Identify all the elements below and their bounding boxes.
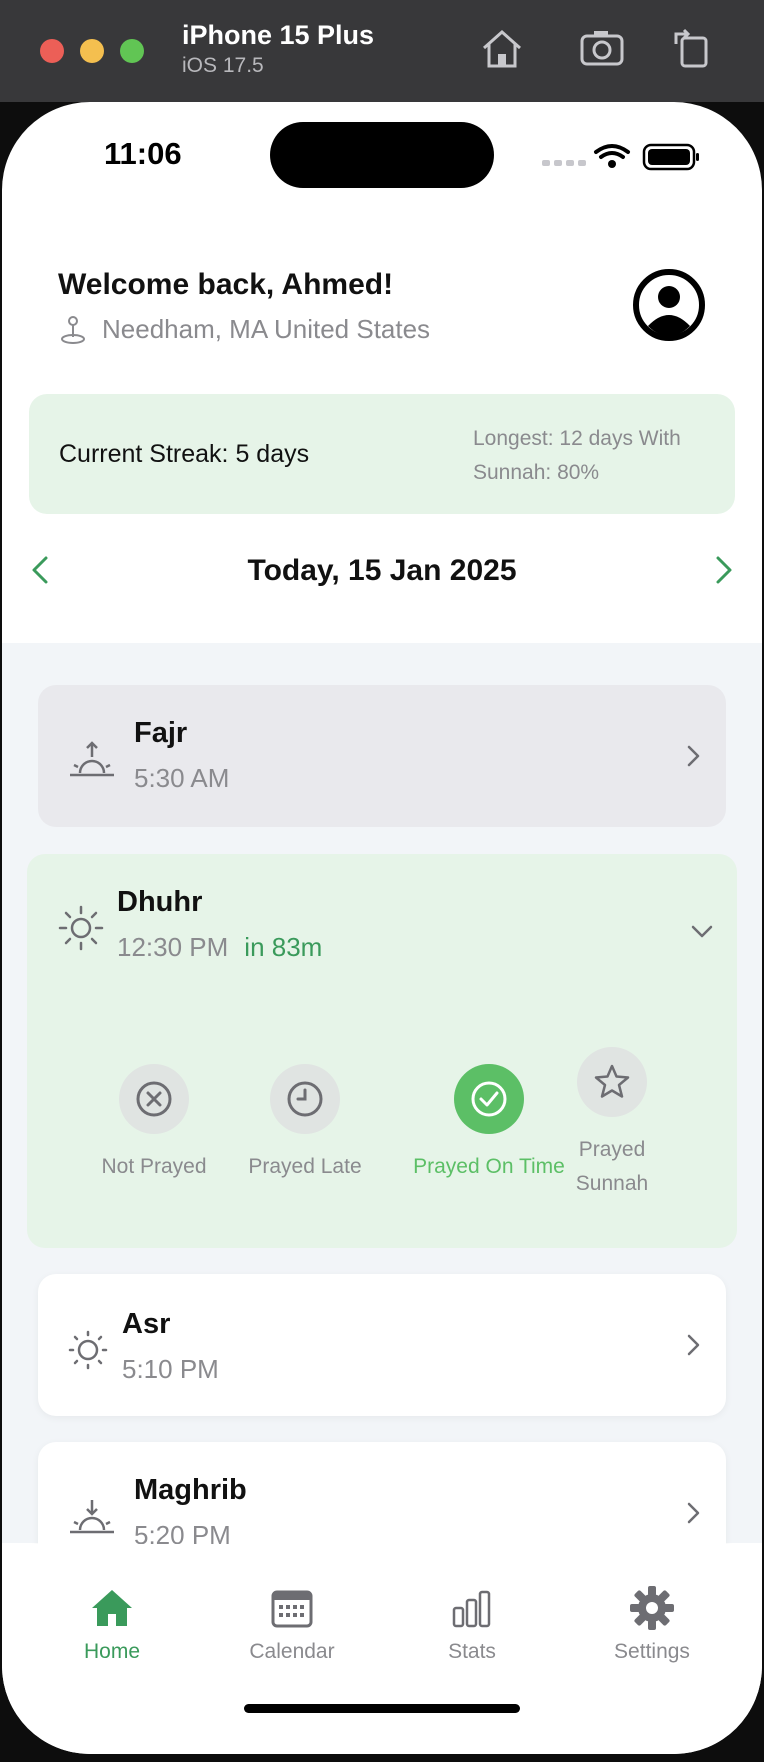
tab-stats[interactable]: Stats [382, 1584, 562, 1664]
chevron-down-icon[interactable] [687, 916, 717, 946]
star-icon [594, 1064, 630, 1098]
dynamic-island [270, 122, 494, 188]
tab-bar: Home Calendar Stats Settings [2, 1544, 762, 1754]
location-text: Needham, MA United States [102, 314, 431, 344]
chevron-right-icon [687, 1334, 700, 1356]
tab-calendar[interactable]: Calendar [202, 1584, 382, 1664]
tab-label: Settings [614, 1640, 690, 1663]
zoom-window-button[interactable] [120, 39, 144, 63]
prayer-card-dhuhr[interactable]: Dhuhr 12:30 PM in 83m Not Prayed Prayed … [27, 854, 737, 1248]
prayer-card-asr[interactable]: Asr 5:10 PM [38, 1274, 726, 1416]
option-not-prayed[interactable]: Not Prayed [69, 1064, 239, 1184]
location-row: Needham, MA United States [58, 314, 430, 345]
minimize-window-button[interactable] [80, 39, 104, 63]
tab-label: Stats [448, 1640, 496, 1663]
screenshot-icon[interactable] [578, 24, 626, 72]
option-label: Prayed Late [248, 1155, 362, 1178]
cellular-signal-icon [542, 160, 586, 166]
sun-icon [58, 905, 104, 951]
option-prayed-sunnah[interactable]: Prayed Sunnah [547, 1047, 677, 1201]
tab-label: Calendar [249, 1640, 335, 1663]
sunrise-icon [70, 741, 114, 777]
profile-avatar-icon[interactable] [632, 268, 706, 342]
prayer-name: Asr [122, 1308, 171, 1340]
welcome-heading: Welcome back, Ahmed! [58, 268, 394, 301]
prayer-name: Fajr [134, 717, 188, 749]
wifi-icon [594, 144, 630, 168]
simulator-title-bar: iPhone 15 Plus iOS 17.5 [0, 0, 764, 102]
longest-streak: Longest: 12 days With Sunnah: 80% [473, 427, 681, 484]
location-pin-icon [61, 315, 85, 344]
home-indicator[interactable] [244, 1704, 520, 1713]
option-label: Not Prayed [101, 1155, 207, 1178]
prayer-countdown: in 83m [244, 932, 323, 962]
check-circle-icon [471, 1081, 507, 1117]
battery-icon [642, 143, 699, 171]
prayer-name: Dhuhr [117, 886, 203, 918]
option-label: Prayed Sunnah [575, 1138, 649, 1195]
close-window-button[interactable] [40, 39, 64, 63]
calendar-icon [271, 1590, 313, 1628]
date-navigator: Today, 15 Jan 2025 [2, 542, 762, 602]
status-time: 11:06 [104, 136, 182, 171]
phone-screen: 11:06 Welcome back, Ahmed! Needham, MA U… [2, 102, 762, 1754]
tab-settings[interactable]: Settings [562, 1584, 742, 1664]
prayed-on-time-button[interactable] [454, 1064, 524, 1134]
prayer-time: 5:30 AM [134, 763, 230, 793]
simulator-device-name: iPhone 15 Plus [182, 20, 375, 50]
tab-home[interactable]: Home [22, 1584, 202, 1664]
home-icon [92, 1590, 132, 1626]
clock-icon [287, 1081, 323, 1117]
prayer-time-row: 12:30 PM in 83m [117, 932, 322, 963]
sun-icon [68, 1330, 108, 1370]
prayed-sunnah-button[interactable] [577, 1047, 647, 1117]
chevron-right-icon [687, 745, 700, 767]
prayer-time: 5:10 PM [122, 1354, 219, 1384]
not-prayed-button[interactable] [119, 1064, 189, 1134]
status-indicators [540, 142, 700, 174]
option-prayed-late[interactable]: Prayed Late [220, 1064, 390, 1184]
date-title: Today, 15 Jan 2025 [247, 554, 517, 587]
gear-icon [630, 1586, 674, 1630]
chevron-right-icon [687, 1502, 700, 1524]
simulator-os-version: iOS 17.5 [182, 54, 264, 77]
tab-label: Home [83, 1640, 141, 1663]
prayer-name: Maghrib [134, 1474, 247, 1506]
current-streak: Current Streak: 5 days [59, 440, 310, 468]
bar-chart-icon [452, 1590, 491, 1628]
streak-card: Current Streak: 5 days Longest: 12 days … [29, 394, 735, 514]
home-icon[interactable] [478, 24, 526, 72]
sunset-icon [70, 1500, 114, 1534]
prayer-time: 12:30 PM [117, 932, 229, 962]
rotate-icon[interactable] [668, 24, 716, 72]
prayer-card-fajr[interactable]: Fajr 5:30 AM [38, 685, 726, 827]
prayed-late-button[interactable] [270, 1064, 340, 1134]
next-day-icon[interactable] [704, 550, 744, 590]
x-circle-icon [136, 1081, 172, 1117]
